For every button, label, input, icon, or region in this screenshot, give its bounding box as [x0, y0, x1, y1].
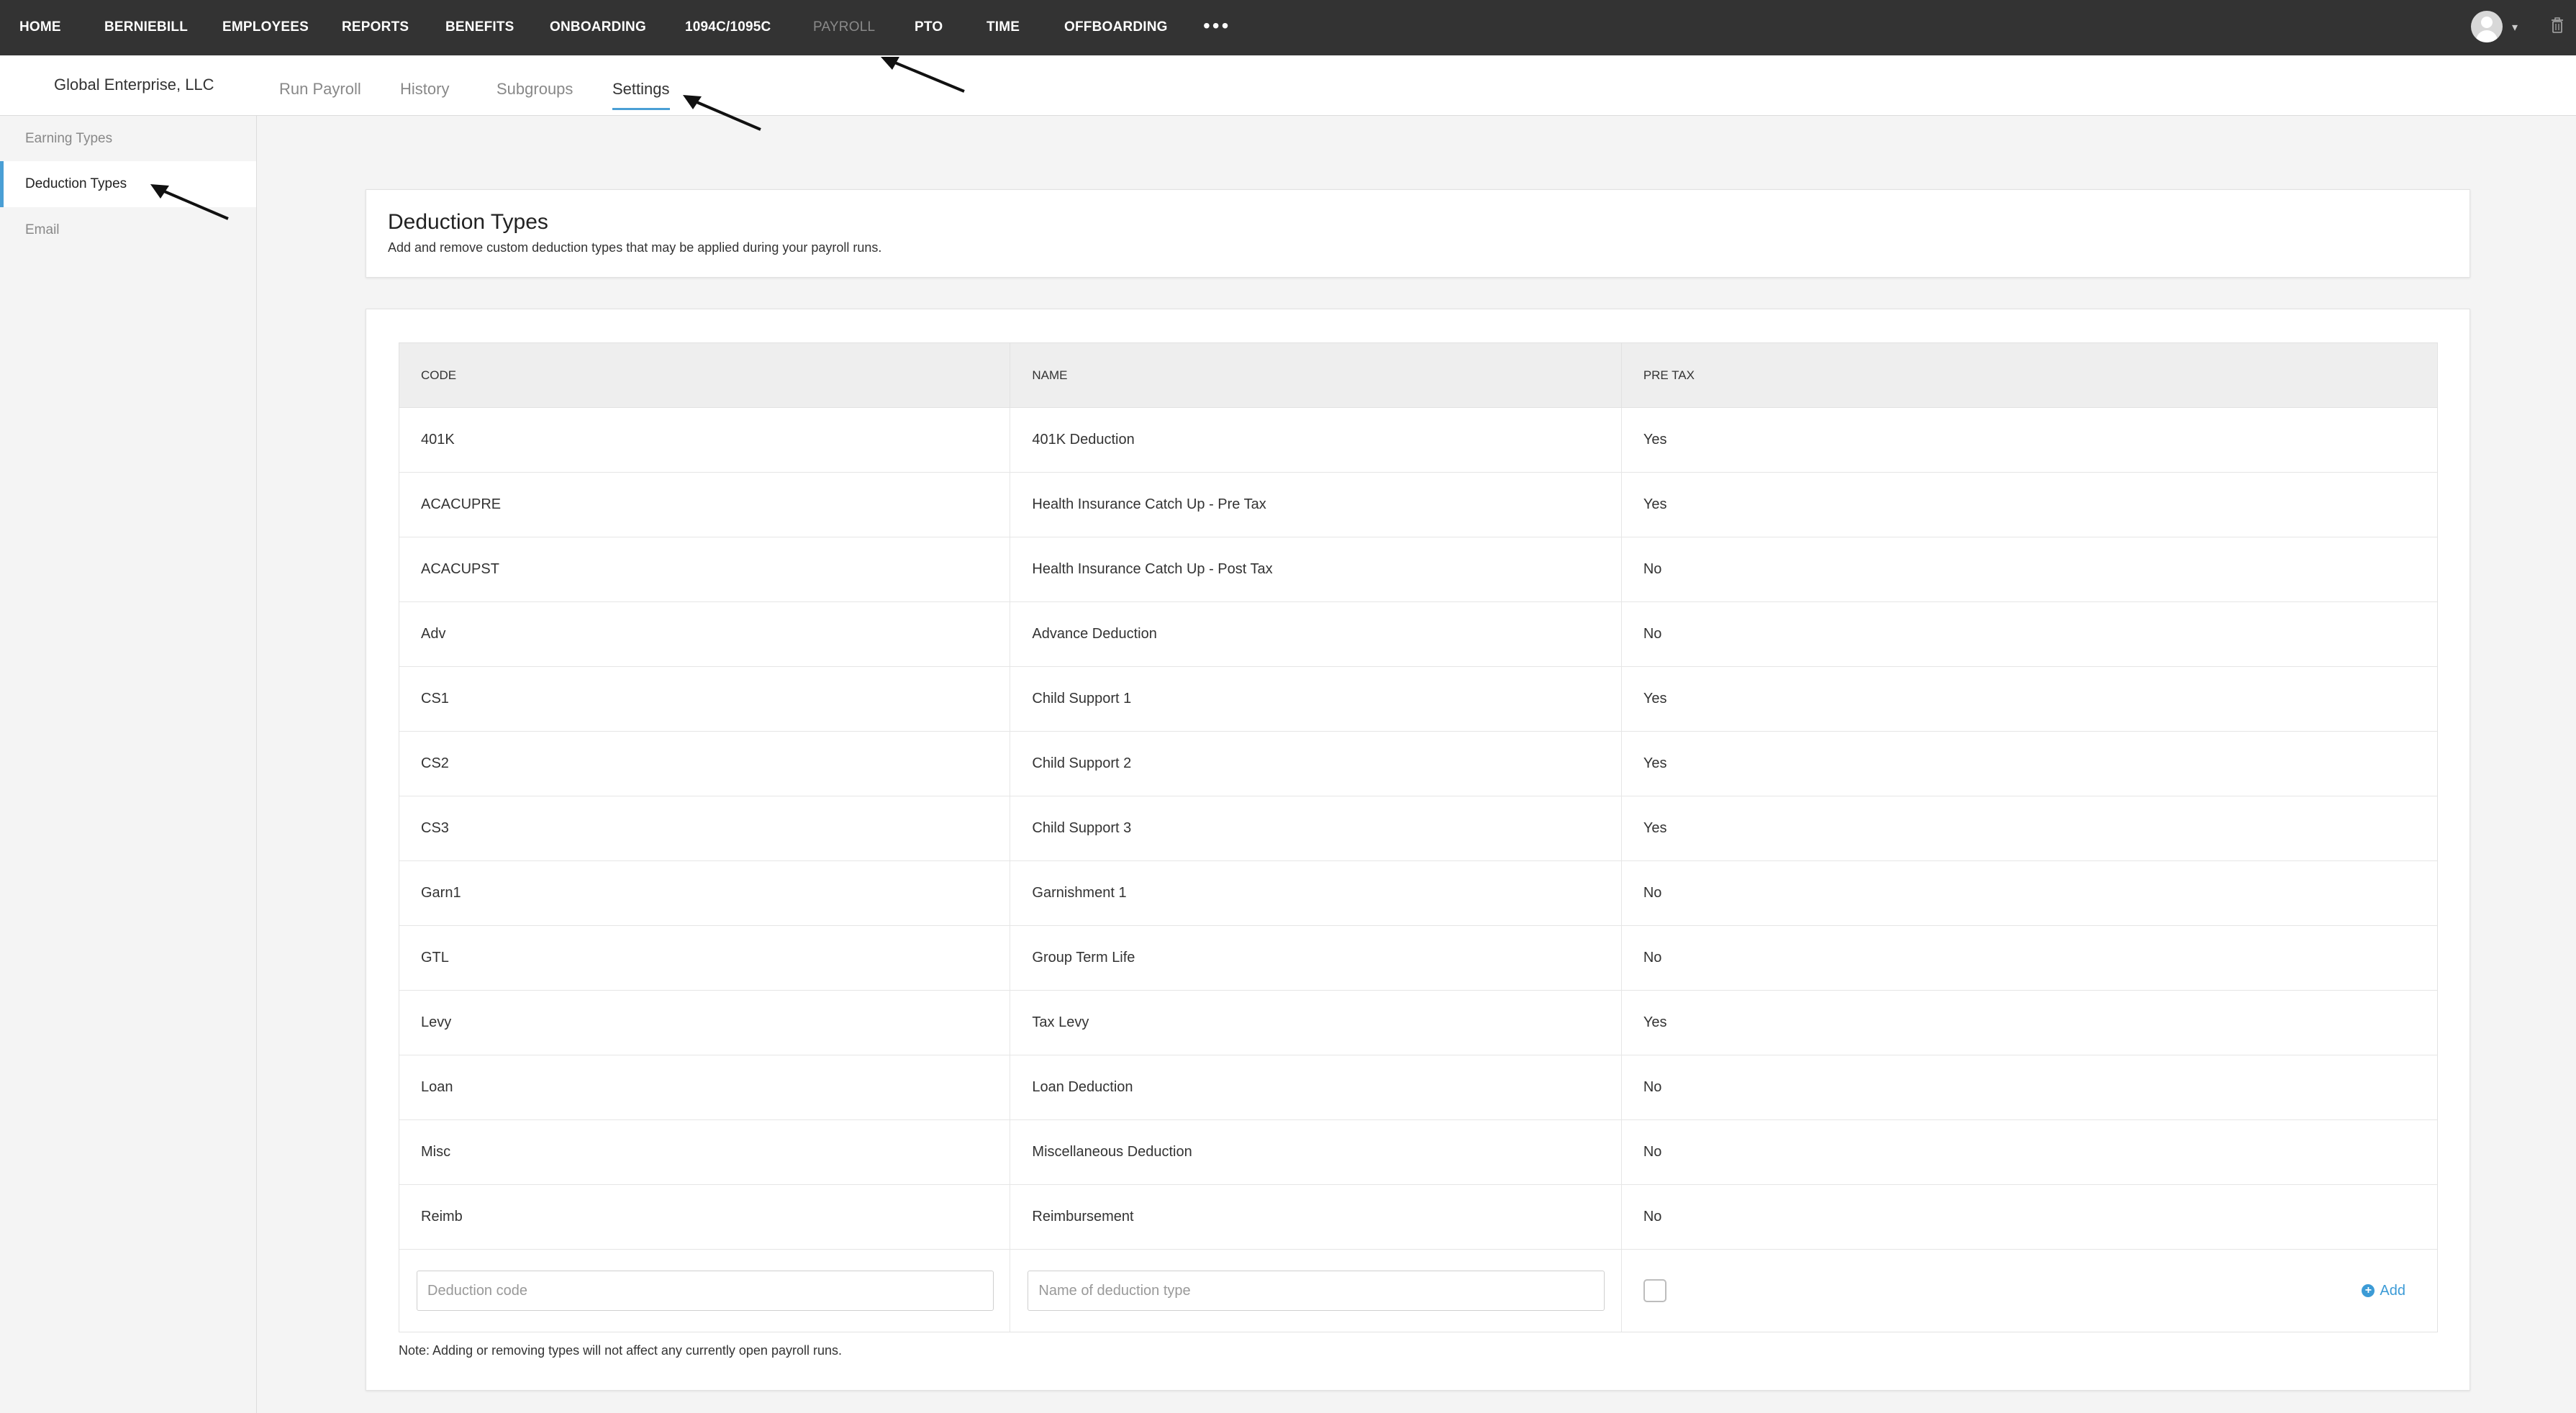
- cell-name: Health Insurance Catch Up - Post Tax: [1010, 537, 1622, 601]
- cell-pre-tax: Yes: [1643, 691, 1667, 706]
- tab-settings[interactable]: Settings: [612, 80, 670, 110]
- cell-name: Child Support 2: [1010, 732, 1622, 796]
- sidebar-item-earning-types[interactable]: Earning Types: [0, 116, 256, 162]
- code-input-cell: [399, 1250, 1011, 1332]
- pre-tax-checkbox[interactable]: [1643, 1279, 1666, 1302]
- table-row: Adv Advance Deduction No: [399, 602, 2437, 667]
- sidebar-item-email[interactable]: Email: [0, 207, 256, 253]
- cell-pre-tax: Yes: [1643, 432, 1667, 447]
- table-note: Note: Adding or removing types will not …: [399, 1343, 842, 1358]
- table-row: ACACUPRE Health Insurance Catch Up - Pre…: [399, 473, 2437, 537]
- page-description: Add and remove custom deduction types th…: [388, 240, 882, 255]
- column-header-name: NAME: [1010, 343, 1622, 407]
- cell-code: GTL: [399, 926, 1011, 990]
- cell-name: Reimbursement: [1010, 1185, 1622, 1249]
- deduction-name-input[interactable]: [1028, 1271, 1605, 1311]
- trash-icon[interactable]: [2552, 17, 2563, 33]
- cell-pre-tax: Yes: [1643, 755, 1667, 771]
- table-row: CS2 Child Support 2 Yes: [399, 732, 2437, 796]
- cell-code: CS1: [399, 667, 1011, 731]
- nav-payroll[interactable]: PAYROLL: [813, 19, 875, 35]
- sidebar-item-deduction-types[interactable]: Deduction Types: [0, 161, 256, 207]
- column-header-pre-tax: PRE TAX: [1643, 368, 1695, 382]
- cell-pre-tax: No: [1643, 561, 1662, 577]
- pre-tax-input-cell: + Add: [1622, 1250, 2437, 1332]
- tab-history[interactable]: History: [400, 80, 449, 99]
- deduction-code-input[interactable]: [417, 1271, 994, 1311]
- nav-employees[interactable]: EMPLOYEES: [222, 19, 309, 35]
- table-row: 401K 401K Deduction Yes: [399, 408, 2437, 473]
- tab-subgroups[interactable]: Subgroups: [496, 80, 573, 99]
- nav-benefits[interactable]: BENEFITS: [445, 19, 514, 35]
- cell-name: Group Term Life: [1010, 926, 1622, 990]
- table-row: Levy Tax Levy Yes: [399, 991, 2437, 1055]
- more-menu-icon[interactable]: •••: [1203, 14, 1230, 37]
- nav-pto[interactable]: PTO: [915, 19, 943, 35]
- tab-run-payroll[interactable]: Run Payroll: [279, 80, 361, 99]
- cell-pre-tax: No: [1643, 885, 1662, 901]
- cell-name: Miscellaneous Deduction: [1010, 1120, 1622, 1184]
- cell-pre-tax: Yes: [1643, 496, 1667, 512]
- cell-code: Misc: [399, 1120, 1011, 1184]
- cell-pre-tax: No: [1643, 626, 1662, 642]
- cell-pre-tax: No: [1643, 1209, 1662, 1225]
- page-title: Deduction Types: [388, 210, 548, 234]
- nav-berniebill[interactable]: BERNIEBILL: [104, 19, 188, 35]
- company-name: Global Enterprise, LLC: [54, 76, 214, 94]
- nav-onboarding[interactable]: ONBOARDING: [550, 19, 646, 35]
- chevron-down-icon[interactable]: ▾: [2512, 20, 2518, 35]
- user-avatar-icon[interactable]: [2471, 11, 2503, 42]
- plus-circle-icon: +: [2362, 1284, 2375, 1297]
- cell-code: CS2: [399, 732, 1011, 796]
- deduction-types-table: CODE NAME PRE TAX 401K 401K Deduction Ye…: [399, 342, 2438, 1332]
- cell-code: CS3: [399, 796, 1011, 860]
- cell-name: 401K Deduction: [1010, 408, 1622, 472]
- add-button[interactable]: + Add: [2362, 1283, 2405, 1299]
- cell-name: Loan Deduction: [1010, 1055, 1622, 1119]
- cell-pre-tax: Yes: [1643, 1014, 1667, 1030]
- cell-pre-tax: No: [1643, 950, 1662, 966]
- add-deduction-row: + Add: [399, 1250, 2437, 1332]
- name-input-cell: [1010, 1250, 1622, 1332]
- cell-pre-tax: No: [1643, 1079, 1662, 1095]
- table-row: Garn1 Garnishment 1 No: [399, 861, 2437, 926]
- cell-code: ACACUPRE: [399, 473, 1011, 537]
- settings-sidebar: Earning Types Deduction Types Email: [0, 116, 257, 1413]
- cell-name: Health Insurance Catch Up - Pre Tax: [1010, 473, 1622, 537]
- table-row: CS1 Child Support 1 Yes: [399, 667, 2437, 732]
- table-row: ACACUPST Health Insurance Catch Up - Pos…: [399, 537, 2437, 602]
- nav-time[interactable]: TIME: [987, 19, 1020, 35]
- table-row: Misc Miscellaneous Deduction No: [399, 1120, 2437, 1185]
- table-row: GTL Group Term Life No: [399, 926, 2437, 991]
- nav-reports[interactable]: REPORTS: [342, 19, 409, 35]
- cell-name: Advance Deduction: [1010, 602, 1622, 666]
- add-button-label: Add: [2380, 1282, 2406, 1299]
- table-row: Reimb Reimbursement No: [399, 1185, 2437, 1250]
- deduction-types-header-card: Deduction Types Add and remove custom de…: [366, 189, 2470, 278]
- cell-code: Levy: [399, 991, 1011, 1055]
- cell-name: Tax Levy: [1010, 991, 1622, 1055]
- cell-name: Child Support 1: [1010, 667, 1622, 731]
- payroll-subheader: Global Enterprise, LLC Run Payroll Histo…: [0, 55, 2576, 116]
- table-header: CODE NAME PRE TAX: [399, 343, 2437, 408]
- cell-code: Garn1: [399, 861, 1011, 925]
- cell-code: 401K: [399, 408, 1011, 472]
- nav-offboarding[interactable]: OFFBOARDING: [1064, 19, 1168, 35]
- cell-code: ACACUPST: [399, 537, 1011, 601]
- top-navigation-bar: HOME BERNIEBILL EMPLOYEES REPORTS BENEFI…: [0, 0, 2576, 55]
- nav-1094c-1095c[interactable]: 1094C/1095C: [685, 19, 771, 35]
- cell-pre-tax: No: [1643, 1144, 1662, 1160]
- cell-name: Garnishment 1: [1010, 861, 1622, 925]
- table-row: Loan Loan Deduction No: [399, 1055, 2437, 1120]
- cell-pre-tax: Yes: [1643, 820, 1667, 836]
- deduction-types-table-card: CODE NAME PRE TAX 401K 401K Deduction Ye…: [366, 309, 2470, 1391]
- cell-name: Child Support 3: [1010, 796, 1622, 860]
- cell-code: Adv: [399, 602, 1011, 666]
- cell-code: Reimb: [399, 1185, 1011, 1249]
- cell-code: Loan: [399, 1055, 1011, 1119]
- column-header-code: CODE: [399, 343, 1011, 407]
- table-row: CS3 Child Support 3 Yes: [399, 796, 2437, 861]
- nav-home[interactable]: HOME: [19, 19, 61, 35]
